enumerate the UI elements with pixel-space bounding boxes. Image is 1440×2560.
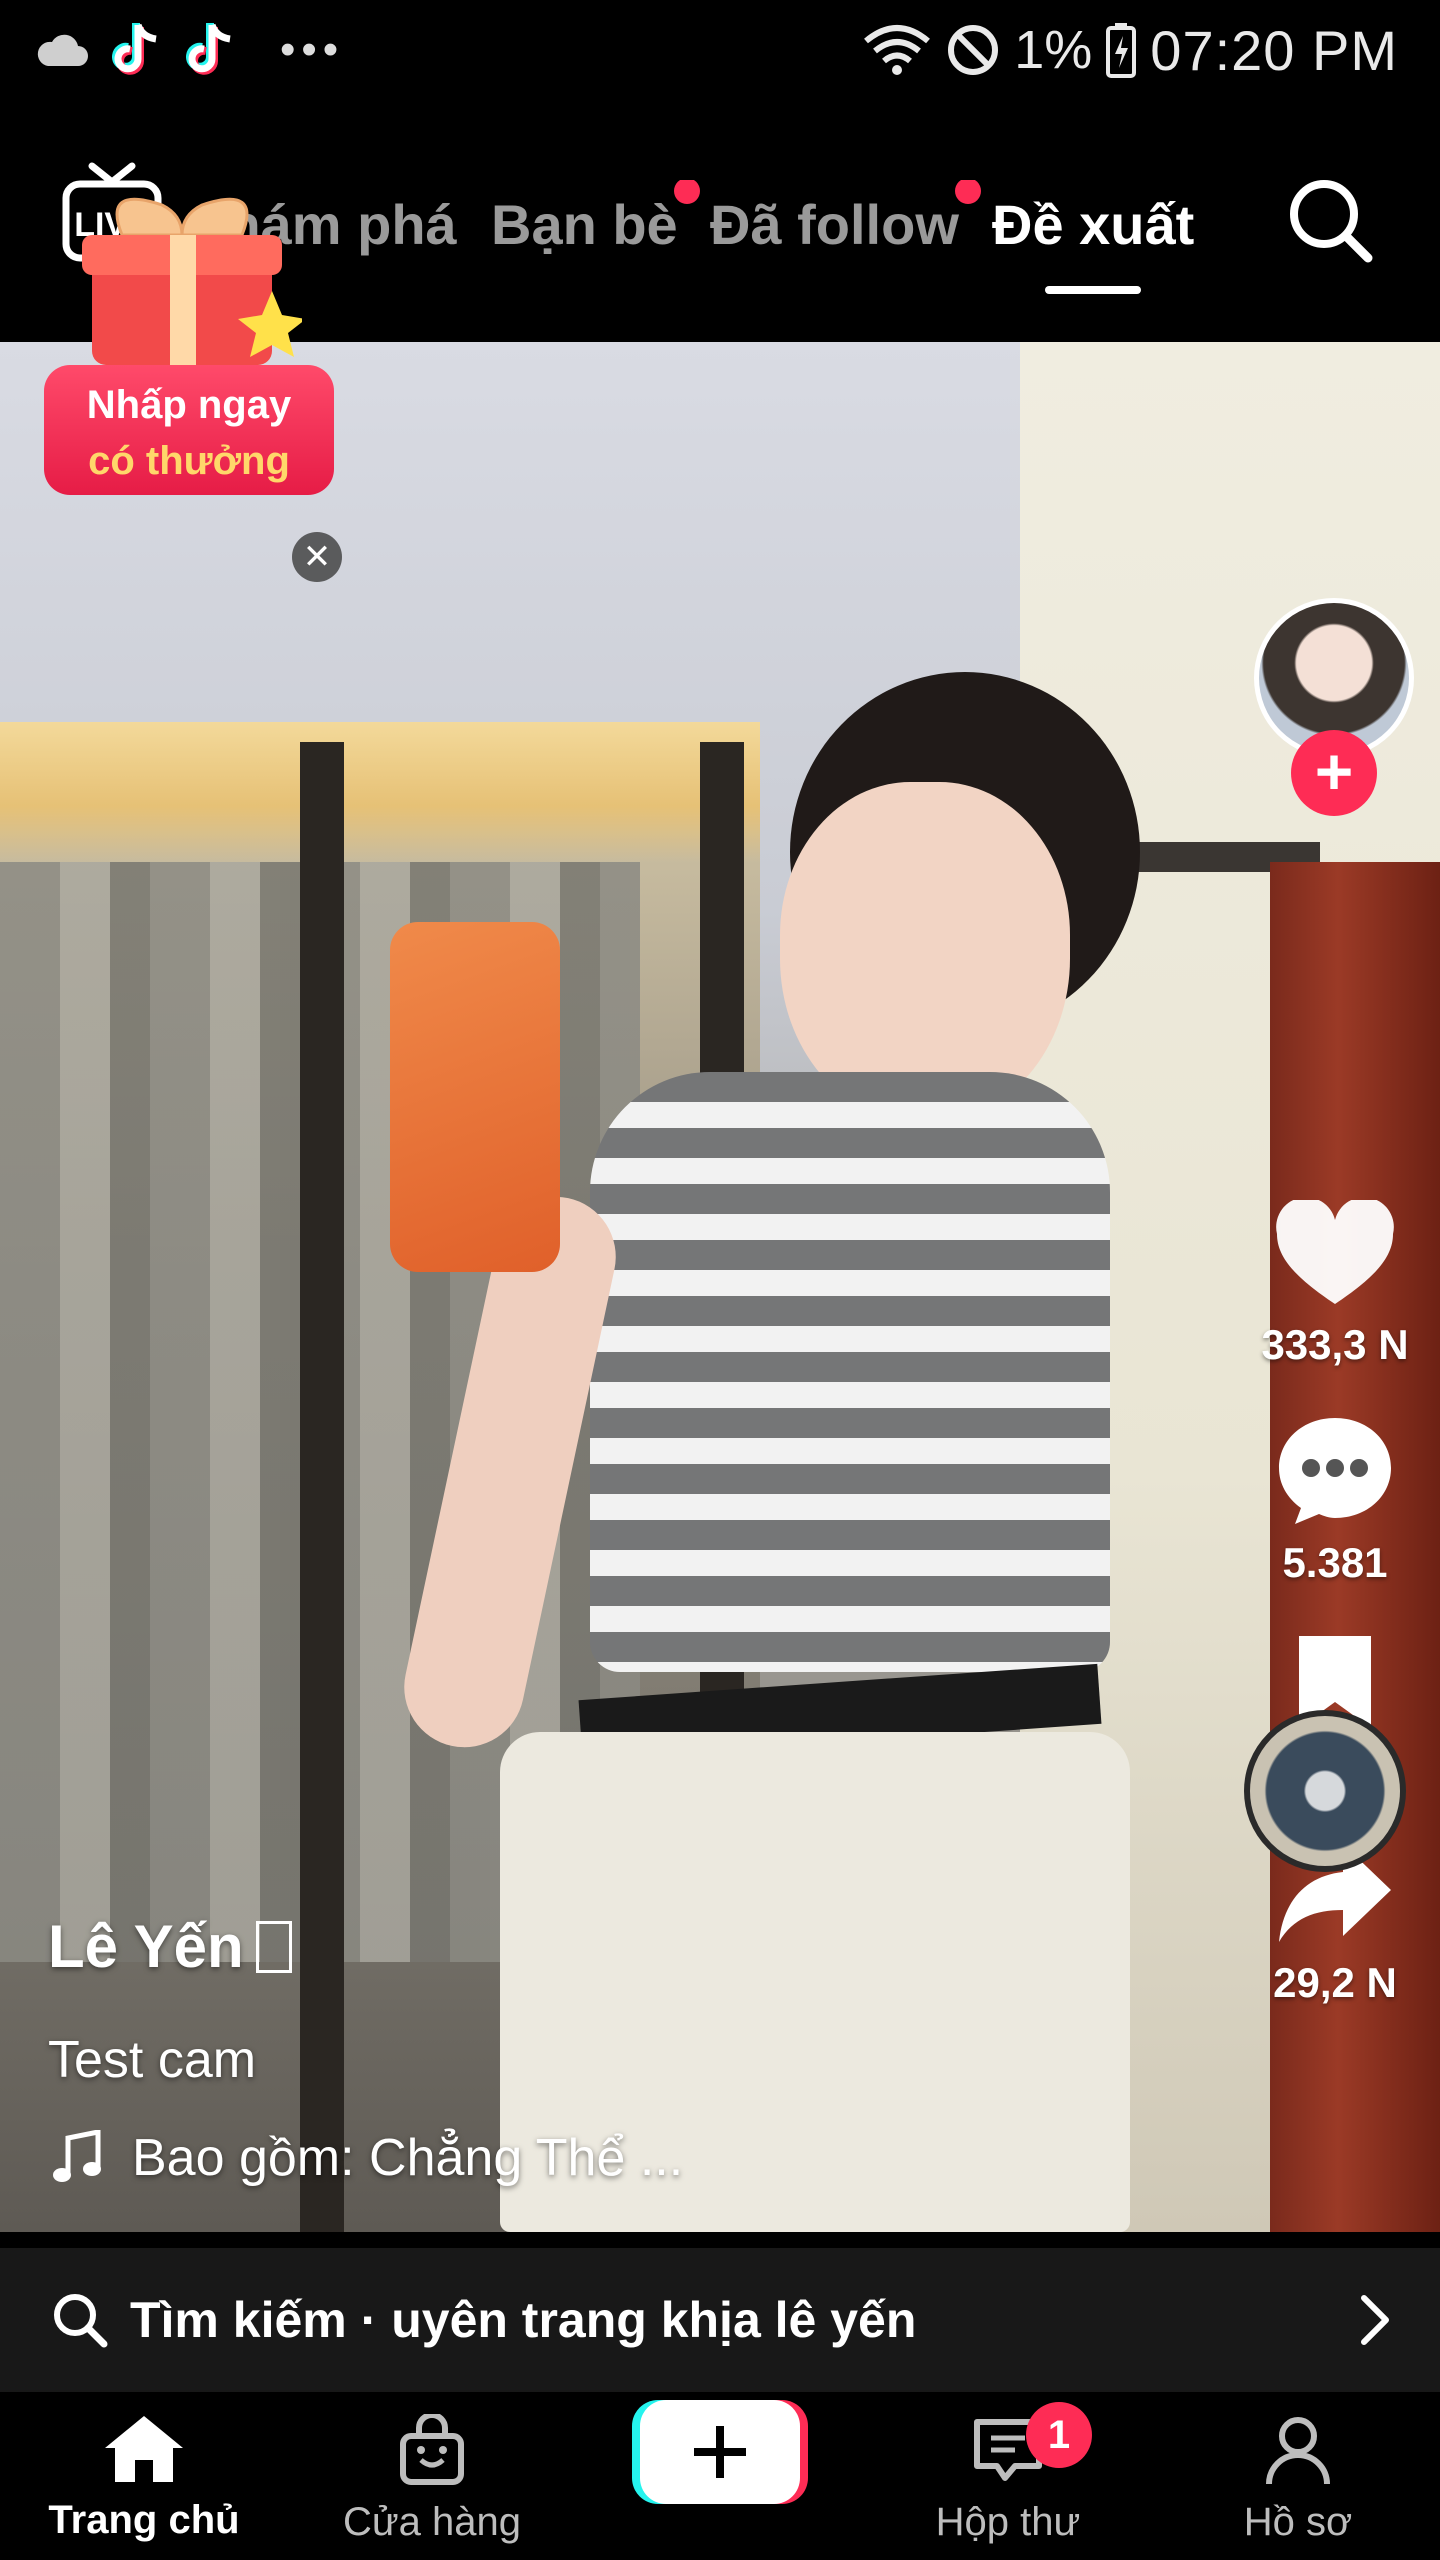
nav-shop[interactable]: Cửa hàng bbox=[312, 2412, 552, 2545]
chevron-right-icon bbox=[1361, 2295, 1389, 2345]
tab-label: Đề xuất bbox=[992, 193, 1195, 256]
video-scene-frame bbox=[300, 742, 344, 2232]
like-button[interactable]: 333,3 N bbox=[1240, 1197, 1430, 1369]
author-name[interactable]: Lê Yến bbox=[48, 1912, 292, 1981]
tab-friends[interactable]: Bạn bè bbox=[491, 180, 700, 280]
heart-icon bbox=[1276, 1197, 1394, 1304]
home-icon bbox=[105, 2416, 183, 2482]
music-info[interactable]: Bao gồm: Chẳng Thể ... bbox=[52, 2128, 683, 2188]
feed-tabs: Khám phá Bạn bè Đã follow Đề xuất bbox=[228, 180, 1228, 280]
plus-icon: + bbox=[1314, 734, 1354, 808]
active-tab-indicator bbox=[1045, 286, 1141, 294]
video-description: Test cam bbox=[48, 2031, 257, 2089]
tiktok-icon bbox=[186, 23, 231, 75]
more-icon: ••• bbox=[280, 25, 345, 74]
promo-close-button[interactable]: ✕ bbox=[292, 532, 342, 582]
follow-button[interactable]: + bbox=[1291, 730, 1377, 816]
music-note-icon bbox=[53, 2130, 101, 2182]
notification-dot bbox=[954, 180, 981, 204]
nav-label: Hồ sơ bbox=[1243, 2500, 1353, 2544]
like-count: 333,3 N bbox=[1261, 1321, 1409, 1368]
status-bar: ••• 1% 07:20 PM bbox=[0, 0, 1440, 100]
search-suggestion-text: Tìm kiếm · uyên trang khịa lê yến bbox=[130, 2291, 916, 2349]
status-left: ••• bbox=[34, 20, 344, 80]
tab-following[interactable]: Đã follow bbox=[710, 180, 981, 280]
close-icon: ✕ bbox=[302, 538, 332, 576]
search-separator: · bbox=[360, 2292, 378, 2348]
search-icon[interactable] bbox=[1280, 170, 1380, 270]
create-button[interactable] bbox=[632, 2396, 808, 2508]
battery-icon bbox=[1106, 23, 1137, 78]
notification-dot bbox=[673, 180, 700, 204]
tiktok-icon bbox=[112, 23, 157, 75]
tab-label: Đã follow bbox=[710, 193, 959, 256]
nav-home[interactable]: Trang chủ bbox=[24, 2414, 264, 2543]
inbox-badge: 1 bbox=[1026, 2402, 1092, 2468]
subject-phone bbox=[390, 922, 560, 1272]
tab-label: Bạn bè bbox=[491, 193, 678, 256]
wifi-icon bbox=[864, 25, 931, 75]
gift-icon bbox=[82, 197, 302, 365]
battery-percent: 1% bbox=[1014, 20, 1093, 80]
author-name-text: Lê Yến bbox=[48, 1913, 244, 1980]
promo-label: Nhấp ngay có thưởng bbox=[44, 365, 334, 495]
search-suggestion-bar[interactable]: Tìm kiếm · uyên trang khịa lê yến bbox=[0, 2248, 1440, 2392]
cloud-icon bbox=[37, 34, 88, 66]
comment-count: 5.381 bbox=[1282, 1539, 1388, 1586]
tab-for-you[interactable]: Đề xuất bbox=[992, 180, 1194, 280]
status-right: 1% 07:20 PM bbox=[862, 18, 1398, 82]
music-disc[interactable] bbox=[1244, 1710, 1406, 1872]
status-time: 07:20 PM bbox=[1150, 18, 1398, 82]
nav-profile[interactable]: Hồ sơ bbox=[1178, 2414, 1418, 2545]
promo-line2: có thưởng bbox=[88, 439, 290, 483]
bottom-nav: Trang chủ Cửa hàng Hộp thư 1 Hồ sơ bbox=[0, 2392, 1440, 2560]
subject-shirt bbox=[590, 1072, 1110, 1672]
comment-button[interactable]: 5.381 bbox=[1240, 1412, 1430, 1587]
nav-label: Trang chủ bbox=[48, 2498, 240, 2542]
search-label: Tìm kiếm bbox=[130, 2292, 347, 2348]
do-not-disturb-icon bbox=[948, 25, 999, 75]
shopping-bag-icon bbox=[400, 2412, 464, 2485]
video-subject bbox=[390, 672, 1220, 2232]
emoji-placeholder-icon bbox=[255, 1921, 292, 1973]
music-title: Bao gồm: Chẳng Thể ... bbox=[132, 2129, 684, 2187]
share-count: 29,2 N bbox=[1273, 1959, 1397, 2006]
nav-inbox[interactable]: Hộp thư bbox=[888, 2414, 1128, 2545]
nav-label: Hộp thư bbox=[935, 2500, 1081, 2544]
promo-gift[interactable]: Nhấp ngay có thưởng bbox=[44, 175, 334, 495]
search-query: uyên trang khịa lê yến bbox=[391, 2292, 917, 2348]
nav-label: Cửa hàng bbox=[342, 2500, 521, 2544]
promo-line1: Nhấp ngay bbox=[86, 383, 292, 427]
subject-face bbox=[780, 782, 1070, 1122]
search-icon bbox=[54, 2294, 108, 2348]
profile-icon bbox=[1266, 2417, 1330, 2485]
comment-icon bbox=[1279, 1418, 1391, 1524]
